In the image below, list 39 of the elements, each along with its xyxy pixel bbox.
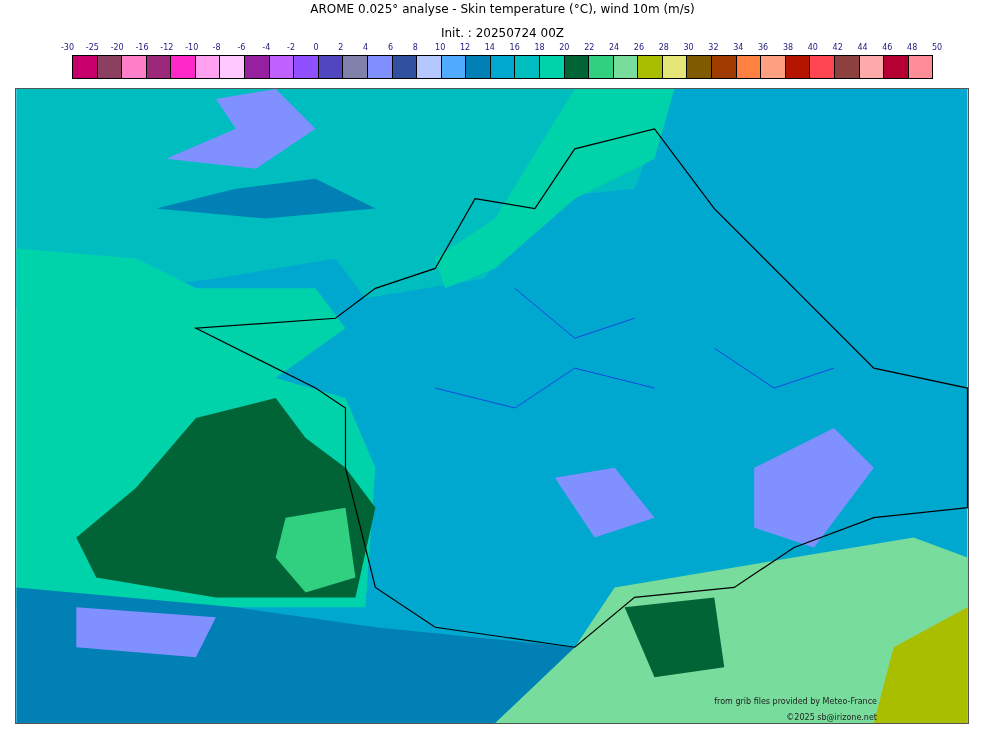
legend-tick-label: 42 — [831, 42, 844, 54]
legend-tick-label: 0 — [312, 42, 320, 54]
legend-tick-label: 50 — [930, 42, 944, 54]
legend-tick-label: 46 — [881, 42, 894, 54]
legend-tick-label: 28 — [657, 42, 670, 54]
legend-tick-label: 36 — [757, 42, 770, 54]
legend-tick-label: 12 — [458, 42, 472, 54]
legend-tick-label: 20 — [558, 42, 571, 54]
legend-tick-label: -8 — [211, 42, 222, 54]
legend-tick-label: -12 — [159, 42, 175, 54]
legend-tick-label: -25 — [84, 42, 100, 54]
legend-tick-label: -4 — [261, 42, 272, 54]
legend-tick-label: -20 — [109, 42, 125, 54]
legend-tick-label: 18 — [533, 42, 546, 54]
legend-tick-label: -10 — [184, 42, 200, 54]
legend-tick-label: 24 — [607, 42, 621, 54]
legend-tick-label: 32 — [707, 42, 720, 54]
legend-tick-label: 22 — [583, 42, 596, 54]
legend-tick-label: 8 — [411, 42, 419, 54]
legend-tick-label: 38 — [781, 42, 795, 54]
legend-tick-label: -6 — [236, 42, 247, 54]
chart-title: AROME 0.025° analyse - Skin temperature (°C), wind 10m (m/s) — [310, 1, 695, 17]
legend-tick-label: 48 — [906, 42, 919, 54]
legend-tick-label: -30 — [59, 42, 76, 54]
credit-text: from grib files provided by Meteo-France — [714, 697, 877, 706]
legend-tick-label: 14 — [483, 42, 496, 54]
legend-tick-label: 2 — [337, 42, 345, 54]
legend-tick-label: 26 — [632, 42, 645, 54]
legend-tick-label: 10 — [434, 42, 447, 54]
legend-tick-label: 40 — [806, 42, 819, 54]
legend-tick-label: -16 — [134, 42, 150, 54]
legend-tick-label: 6 — [386, 42, 394, 54]
chart-subtitle: Init. : 20250724 00Z — [440, 25, 565, 41]
legend-tick-label: 44 — [856, 42, 869, 54]
legend-tick-label: 16 — [508, 42, 521, 54]
legend-tick-label: 30 — [682, 42, 695, 54]
legend-tick-label: 34 — [732, 42, 745, 54]
legend-tick-label: 4 — [362, 42, 370, 54]
legend-tick-label: -2 — [286, 42, 297, 54]
